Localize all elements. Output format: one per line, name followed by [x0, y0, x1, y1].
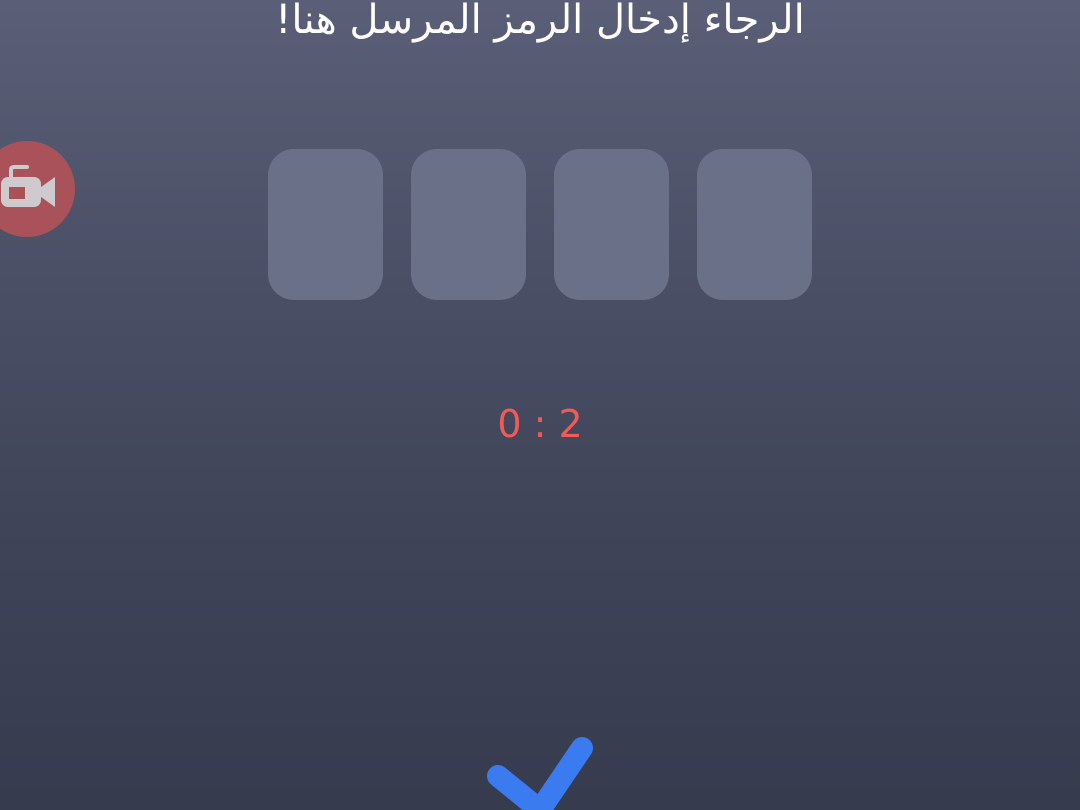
page-title: الرجاء إدخال الرمز المرسل هنا!	[275, 0, 805, 43]
checkmark-icon	[487, 737, 593, 810]
screen-record-button[interactable]	[0, 141, 75, 237]
countdown-timer: 0 : 2	[497, 402, 583, 446]
code-digit-4[interactable]	[268, 149, 383, 300]
code-digit-1[interactable]	[697, 149, 812, 300]
code-digit-2[interactable]	[554, 149, 669, 300]
code-input-group	[268, 149, 812, 300]
confirm-button[interactable]	[486, 736, 594, 810]
code-digit-3[interactable]	[411, 149, 526, 300]
video-camera-icon	[1, 165, 55, 207]
